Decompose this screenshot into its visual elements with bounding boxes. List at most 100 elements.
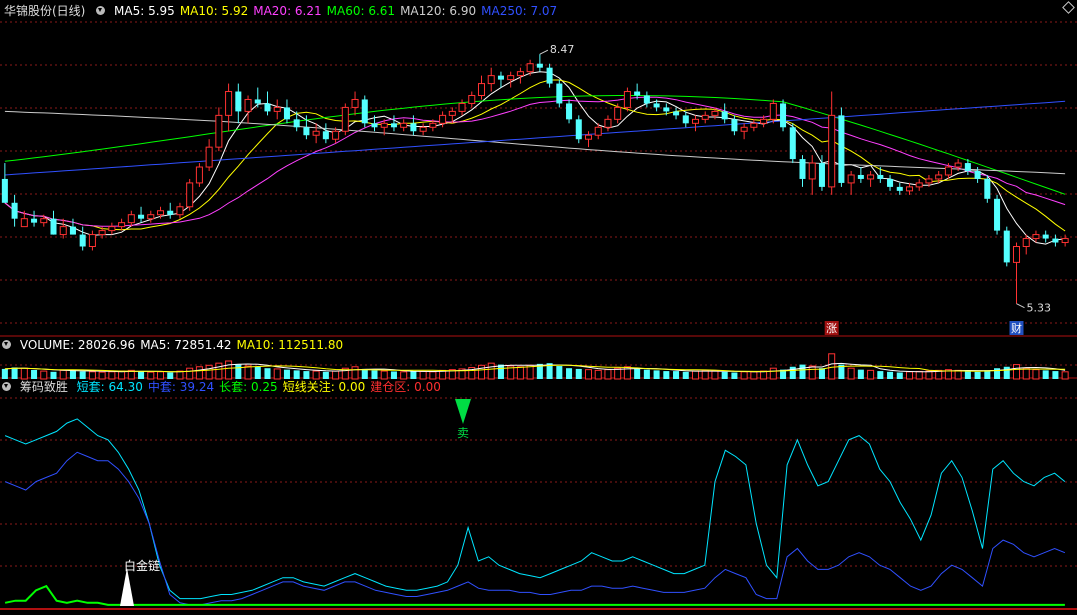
volume-bar bbox=[701, 369, 709, 380]
candle-body bbox=[186, 182, 194, 208]
candle-body bbox=[332, 130, 340, 140]
candle-body bbox=[31, 218, 38, 223]
candle-body bbox=[731, 119, 738, 132]
candle-body bbox=[1012, 246, 1021, 263]
volume-bar bbox=[400, 371, 408, 380]
volume-bar bbox=[857, 369, 864, 379]
indicator-legend-item-0: 短套: 64.30 bbox=[76, 380, 143, 394]
candle-body bbox=[847, 174, 855, 184]
candle-body bbox=[273, 106, 281, 112]
indicator-panel-header: 筹码致胜 短套: 64.30 中套: 39.24 长套: 0.25 短线关注: 0.0… bbox=[0, 379, 451, 395]
volume-bar bbox=[799, 364, 806, 379]
candle-body bbox=[1022, 238, 1030, 247]
candle-body bbox=[818, 163, 825, 187]
candle-body bbox=[380, 122, 388, 128]
candle-body bbox=[322, 131, 329, 140]
candle-body bbox=[711, 110, 719, 116]
candle-body bbox=[546, 67, 553, 84]
volume-bar bbox=[429, 371, 437, 380]
volume-bar bbox=[361, 368, 368, 379]
candle-body bbox=[40, 218, 48, 224]
candle-body bbox=[944, 166, 952, 176]
volume-bar bbox=[750, 371, 758, 380]
volume-bar bbox=[682, 371, 689, 379]
long-trap-line bbox=[4, 584, 1065, 606]
candle-body bbox=[88, 234, 96, 248]
candle-body bbox=[575, 119, 582, 140]
volume-bar bbox=[634, 368, 641, 379]
volume-bar bbox=[789, 366, 796, 379]
candle-body bbox=[79, 234, 86, 247]
volume-bar bbox=[691, 370, 700, 380]
candle-body bbox=[1061, 238, 1069, 244]
volume-bar bbox=[410, 371, 417, 379]
volume-bar bbox=[487, 362, 495, 380]
volume-legend-item-2: MA10: 112511.80 bbox=[236, 338, 344, 352]
candle-body bbox=[614, 106, 622, 120]
candle-body bbox=[205, 146, 213, 168]
price-annotation-arrow bbox=[539, 49, 549, 55]
volume-bar bbox=[643, 369, 650, 379]
candle-body bbox=[127, 214, 135, 224]
volume-bar bbox=[79, 371, 86, 379]
volume-bar bbox=[896, 372, 903, 379]
volume-bar bbox=[566, 368, 573, 379]
candle-body bbox=[458, 102, 466, 112]
volume-bar bbox=[964, 371, 971, 379]
candle-body bbox=[994, 198, 1001, 231]
ma20-line bbox=[4, 96, 1066, 227]
volume-bar bbox=[584, 369, 593, 380]
candle-body bbox=[176, 206, 184, 216]
candle-body bbox=[1032, 234, 1040, 240]
candle-body bbox=[877, 174, 884, 179]
indicator-settings-icon[interactable] bbox=[2, 382, 11, 391]
candle-body bbox=[536, 63, 543, 68]
volume-legend-item-1: MA5: 72851.42 bbox=[140, 338, 232, 352]
candle-body bbox=[118, 222, 126, 228]
candle-body bbox=[594, 126, 602, 136]
volume-bar bbox=[1022, 367, 1030, 380]
candle-body bbox=[497, 75, 504, 80]
candle-body bbox=[604, 118, 612, 128]
volume-settings-icon[interactable] bbox=[2, 340, 11, 349]
candle-body bbox=[303, 127, 310, 136]
candle-body bbox=[828, 114, 836, 188]
candle-body bbox=[341, 106, 349, 132]
volume-bar bbox=[31, 370, 38, 379]
indicator-legend-item-4: 建仓区: 0.00 bbox=[370, 380, 441, 394]
candle-body bbox=[147, 214, 155, 220]
candle-body bbox=[974, 171, 981, 179]
sell-signal-label: 卖 bbox=[457, 426, 469, 440]
volume-bar bbox=[740, 371, 748, 380]
gold-chain-signal-label: 白金链 bbox=[124, 558, 160, 573]
candle-body bbox=[50, 218, 57, 235]
candle-body bbox=[526, 63, 534, 73]
candle-body bbox=[1, 178, 8, 203]
volume-bar bbox=[283, 369, 290, 379]
volume-bar bbox=[769, 367, 777, 380]
volume-bar bbox=[604, 369, 612, 380]
volume-bar bbox=[1061, 371, 1069, 380]
price-panel-header: 华锦股份(日线) MA5: 5.95 MA10: 5.92 MA20: 6.21 MA… bbox=[0, 3, 567, 19]
volume-bar bbox=[731, 372, 738, 379]
volume-bar bbox=[663, 371, 670, 379]
candle-body bbox=[138, 214, 145, 219]
volume-bar bbox=[273, 368, 281, 380]
volume-bar bbox=[867, 369, 875, 380]
candle-body bbox=[429, 122, 437, 128]
candle-body bbox=[419, 126, 427, 132]
candle-body bbox=[69, 226, 76, 235]
volume-bar bbox=[264, 368, 271, 379]
ma-settings-icon[interactable] bbox=[96, 6, 106, 15]
volume-bar bbox=[98, 371, 106, 380]
candle-body bbox=[653, 103, 660, 108]
candle-body bbox=[516, 71, 524, 77]
stock-chart-canvas: 8.47 5.33 涨 财卖白金链 bbox=[0, 21, 1077, 610]
volume-bar bbox=[303, 371, 310, 379]
volume-bar bbox=[556, 366, 563, 379]
candle-body bbox=[312, 130, 320, 136]
volume-ma10-line bbox=[4, 364, 1066, 373]
volume-legend: VOLUME: 28026.96 MA5: 72851.42 MA10: 11251… bbox=[20, 338, 348, 352]
volume-bar bbox=[147, 371, 155, 380]
candle-body bbox=[838, 115, 845, 183]
